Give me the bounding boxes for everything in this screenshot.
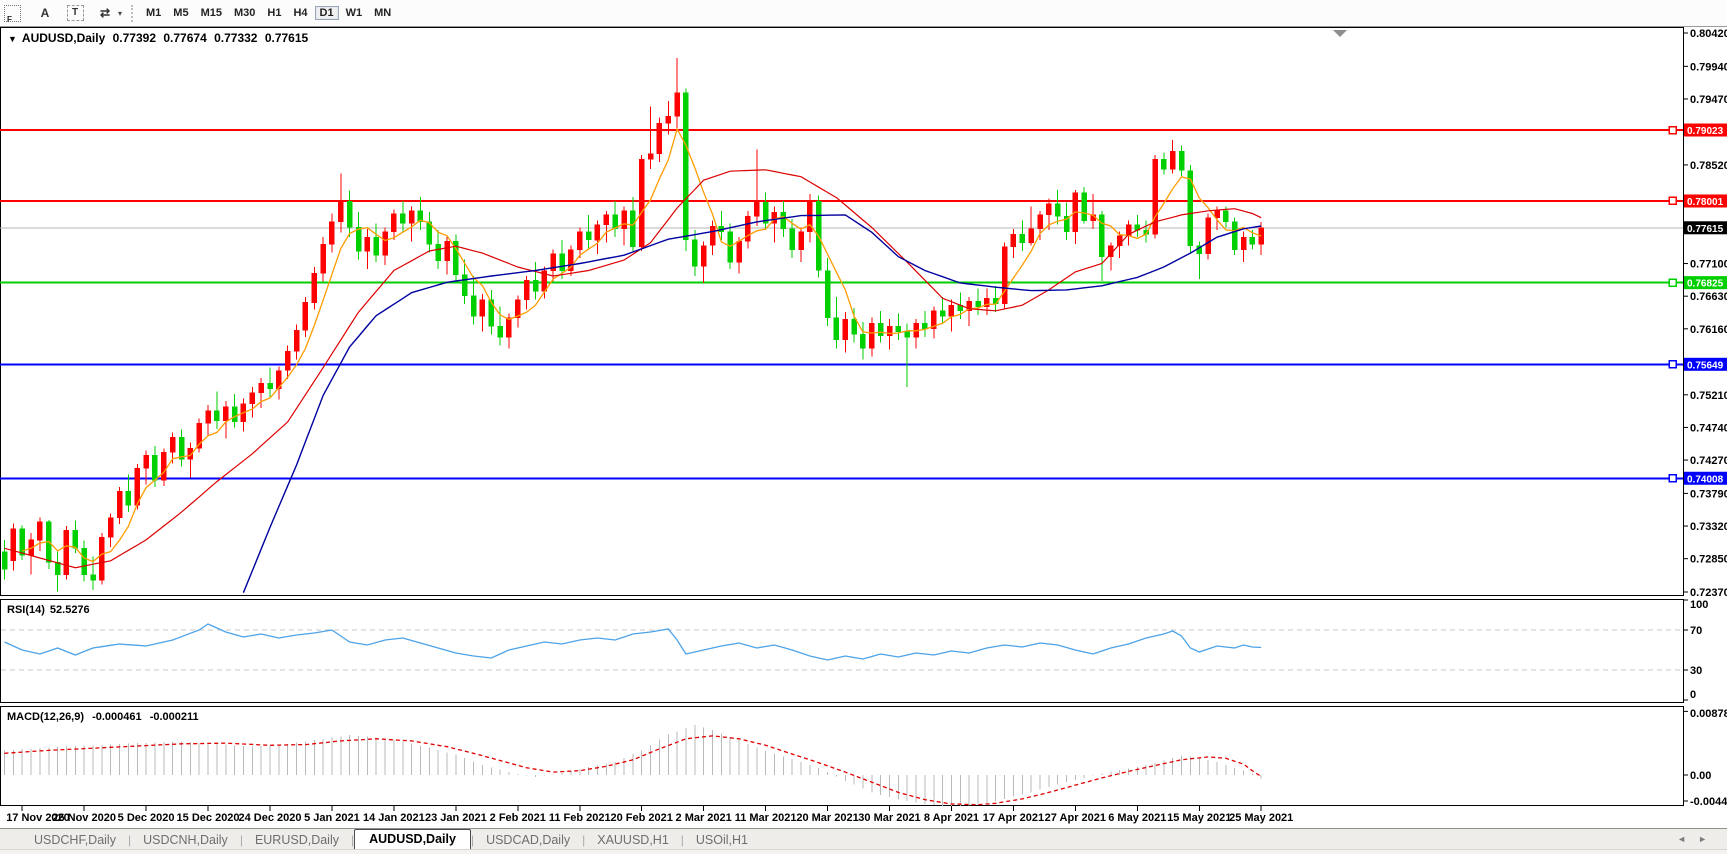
tab-scroll-left-icon[interactable]: ◄ [1677,834,1698,844]
symbol-tab-eurusd[interactable]: EURUSD,Daily [243,831,351,850]
symbol-tab-xauusd[interactable]: XAUUSD,H1 [585,831,681,850]
svg-text:11 Feb 2021: 11 Feb 2021 [549,812,611,824]
svg-text:0.79470: 0.79470 [1690,94,1727,106]
indicator-grid-icon[interactable]: F [3,3,27,23]
svg-text:24 Dec 2020: 24 Dec 2020 [239,812,302,824]
timeframe-button-group: M1M5M15M30H1H4D1W1MN [140,3,397,23]
panel-borders [1,28,1684,806]
text-label-icon[interactable]: A [33,3,57,23]
svg-text:0.75649: 0.75649 [1687,360,1724,371]
timeframe-button-m1[interactable]: M1 [141,6,166,20]
svg-text:0.00: 0.00 [1690,770,1711,782]
close-value: 0.77615 [265,31,308,45]
svg-text:30 Mar 2021: 30 Mar 2021 [858,812,920,824]
toolbar: F A T ⇄ ▾ M1M5M15M30H1H4D1W1MN [0,0,1727,27]
macd-signal-value: -0.000211 [150,711,199,723]
arrow-tools-icon[interactable]: ⇄ [93,3,117,23]
svg-text:0.73320: 0.73320 [1690,521,1727,533]
symbol-tabs: USDCHF,Daily|USDCNH,Daily|EURUSD,Daily|A… [22,829,760,850]
symbol-tab-usdcnh[interactable]: USDCNH,Daily [131,831,240,850]
timeframe-button-h1[interactable]: H1 [262,6,286,20]
symbol-tab-usdcad[interactable]: USDCAD,Daily [474,831,582,850]
svg-text:0.77100: 0.77100 [1690,259,1727,271]
svg-text:0.73790: 0.73790 [1690,488,1727,500]
svg-text:0: 0 [1690,689,1696,701]
svg-text:0.78001: 0.78001 [1687,197,1724,208]
svg-text:11 Mar 2021: 11 Mar 2021 [735,812,797,824]
svg-text:0.76160: 0.76160 [1690,324,1727,336]
macd-indicator-label: MACD(12,26,9) -0.000461 -0.000211 [7,711,204,723]
price-chart-canvas[interactable]: 0.80420 0.79940 0.79470 0.78520 0.77100 0.766… [0,27,1727,828]
symbol-tab-usdchf[interactable]: USDCHF,Daily [22,831,128,850]
symbol-tab-audusd[interactable]: AUDUSD,Daily [354,829,471,850]
svg-text:2 Feb 2021: 2 Feb 2021 [490,812,546,824]
tab-scroll-arrows: ◄► [1677,834,1719,844]
open-value: 0.77392 [113,31,156,45]
svg-text:0.76630: 0.76630 [1690,291,1727,303]
svg-text:14 Jan 2021: 14 Jan 2021 [363,812,425,824]
svg-text:100: 100 [1690,599,1708,611]
svg-text:17 Apr 2021: 17 Apr 2021 [983,812,1044,824]
text-box-tool-icon[interactable]: T [63,3,87,23]
high-value: 0.77674 [163,31,206,45]
svg-text:15 May 2021: 15 May 2021 [1167,812,1231,824]
svg-text:8 Apr 2021: 8 Apr 2021 [924,812,979,824]
toolbar-drag-handle[interactable] [131,5,133,22]
svg-text:23 Jan 2021: 23 Jan 2021 [425,812,487,824]
price-axis: 0.80420 0.79940 0.79470 0.78520 0.77100 0.766… [1684,28,1727,808]
svg-text:0.79940: 0.79940 [1690,61,1727,73]
svg-text:5 Dec 2020: 5 Dec 2020 [118,812,175,824]
svg-text:0.72370: 0.72370 [1690,587,1727,599]
svg-text:0.74740: 0.74740 [1690,422,1727,434]
arrow-tools-dropdown-icon[interactable]: ▾ [118,9,122,18]
svg-text:0.72850: 0.72850 [1690,554,1727,566]
svg-text:0.78520: 0.78520 [1690,160,1727,172]
rsi-indicator-label: RSI(14)52.5276 [7,604,95,616]
svg-text:26 Nov 2020: 26 Nov 2020 [52,812,116,824]
chart-title: ▼ AUDUSD,Daily 0.77392 0.77674 0.77332 0.… [8,31,312,45]
timeframe-button-w1[interactable]: W1 [341,6,368,20]
date-axis: 17 Nov 202026 Nov 20205 Dec 202015 Dec 2… [6,806,1293,824]
svg-text:6 May 2021: 6 May 2021 [1108,812,1166,824]
svg-text:0.74270: 0.74270 [1690,455,1727,467]
svg-text:27 Apr 2021: 27 Apr 2021 [1045,812,1106,824]
terminal-window: F A T ⇄ ▾ M1M5M15M30H1H4D1W1MN 0.804200.… [0,0,1727,854]
svg-text:0.80420: 0.80420 [1690,28,1727,40]
svg-text:70: 70 [1690,625,1702,637]
svg-text:5 Jan 2021: 5 Jan 2021 [304,812,360,824]
low-value: 0.77332 [214,31,257,45]
svg-text:20 Mar 2021: 20 Mar 2021 [796,812,858,824]
svg-text:0.79023: 0.79023 [1687,126,1724,137]
svg-text:0.75210: 0.75210 [1690,390,1727,402]
rsi-value: 52.5276 [50,604,90,616]
symbol-period-label: AUDUSD,Daily [22,31,105,45]
timeframe-button-d1[interactable]: D1 [315,6,339,20]
symbol-tab-usoil[interactable]: USOil,H1 [684,831,760,850]
timeframe-button-h4[interactable]: H4 [288,6,312,20]
timeframe-button-mn[interactable]: MN [369,6,396,20]
svg-text:20 Feb 2021: 20 Feb 2021 [611,812,673,824]
collapse-icon[interactable]: ▼ [8,34,17,44]
svg-text:-0.004451: -0.004451 [1690,796,1727,808]
svg-text:0.77615: 0.77615 [1687,224,1724,235]
svg-text:30: 30 [1690,665,1702,677]
symbol-tab-bar: USDCHF,Daily|USDCNH,Daily|EURUSD,Daily|A… [0,828,1727,850]
timeframe-button-m15[interactable]: M15 [196,6,227,20]
timeframe-button-m5[interactable]: M5 [168,6,193,20]
svg-text:15 Dec 2020: 15 Dec 2020 [177,812,240,824]
svg-text:0.008782: 0.008782 [1690,708,1727,720]
chart-area[interactable]: 0.80420 0.79940 0.79470 0.78520 0.77100 0.766… [0,27,1727,828]
svg-text:2 Mar 2021: 2 Mar 2021 [676,812,732,824]
status-strip [0,849,1727,854]
svg-text:25 May 2021: 25 May 2021 [1229,812,1293,824]
svg-text:0.76825: 0.76825 [1687,279,1724,290]
timeframe-button-m30[interactable]: M30 [229,6,260,20]
tab-scroll-right-icon[interactable]: ► [1698,834,1719,844]
macd-main-value: -0.000461 [92,711,142,723]
svg-text:0.74008: 0.74008 [1687,474,1724,485]
